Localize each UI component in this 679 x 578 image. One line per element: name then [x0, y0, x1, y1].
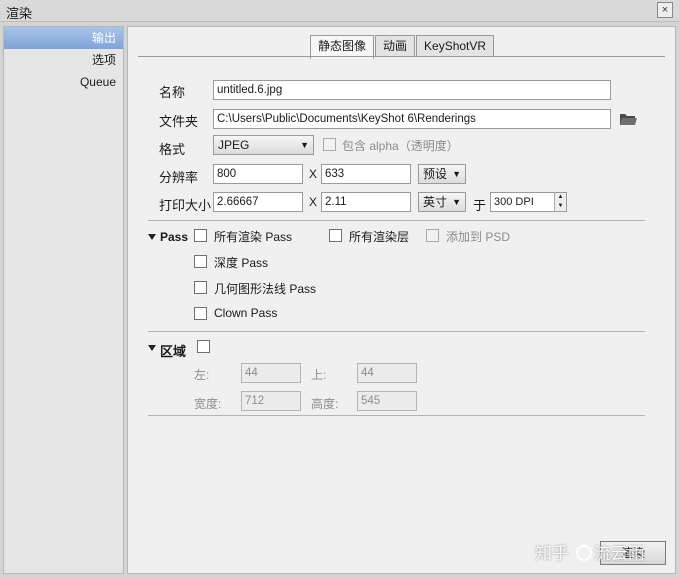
chevron-down-icon: ▼: [452, 197, 461, 207]
region-top-input[interactable]: 44: [357, 363, 417, 383]
alpha-label: 包含 alpha（透明度）: [342, 139, 459, 153]
close-button[interactable]: ×: [657, 2, 673, 18]
normals-pass-label: 几何图形法线 Pass: [214, 282, 317, 296]
format-select[interactable]: JPEG ▼: [213, 135, 314, 155]
divider: [148, 331, 645, 332]
clown-pass-checkbox[interactable]: [194, 307, 207, 320]
folder-label: 文件夹: [159, 114, 199, 129]
divider: [148, 415, 645, 416]
region-width-input[interactable]: 712: [241, 391, 301, 411]
watermark-text-b: 流云雨: [593, 544, 645, 563]
main-panel: 静态图像 动画 KeyShotVR 名称 untitled.6.jpg 文件夹 …: [127, 26, 676, 574]
resolution-label: 分辨率: [159, 170, 199, 185]
region-height-input[interactable]: 545: [357, 391, 417, 411]
folder-icon[interactable]: [619, 112, 637, 126]
all-render-pass-checkbox[interactable]: [194, 229, 207, 242]
sidebar-item-options[interactable]: 选项: [4, 49, 123, 71]
tab-animation[interactable]: 动画: [375, 35, 416, 57]
region-width-label: 宽度:: [194, 397, 222, 411]
circle-icon: [575, 545, 592, 561]
chevron-down-icon: ▼: [452, 169, 461, 179]
add-to-psd-label: 添加到 PSD: [446, 230, 511, 244]
title-bar: 渲染 ×: [0, 0, 679, 22]
region-checkbox[interactable]: [197, 340, 210, 353]
format-select-value: JPEG: [218, 138, 250, 152]
pass-section-label[interactable]: Pass: [160, 230, 188, 244]
watermark: 知乎 流云雨: [535, 539, 645, 564]
folder-input[interactable]: C:\Users\Public\Documents\KeyShot 6\Rend…: [213, 109, 611, 129]
watermark-text-a: 知乎: [535, 544, 569, 563]
clown-pass-label: Clown Pass: [214, 306, 278, 320]
alpha-checkbox[interactable]: [323, 138, 336, 151]
stepper-arrows-icon[interactable]: ▲ ▼: [554, 193, 566, 211]
sidebar: 输出 选项 Queue: [3, 26, 124, 574]
resolution-height-input[interactable]: 633: [321, 164, 411, 184]
all-render-layers-label: 所有渲染层: [349, 230, 410, 244]
preset-select-value: 预设: [423, 167, 448, 181]
chevron-down-icon: ▼: [300, 140, 309, 150]
resolution-x-label: X: [309, 167, 318, 181]
region-left-input[interactable]: 44: [241, 363, 301, 383]
triangle-down-icon[interactable]: [148, 344, 156, 352]
name-input[interactable]: untitled.6.jpg: [213, 80, 611, 100]
dpi-stepper[interactable]: 300 DPI ▲ ▼: [490, 192, 567, 212]
all-render-layers-checkbox[interactable]: [329, 229, 342, 242]
sidebar-item-queue[interactable]: Queue: [4, 71, 123, 93]
depth-pass-label: 深度 Pass: [214, 256, 269, 270]
preset-select[interactable]: 预设 ▼: [418, 164, 466, 184]
depth-pass-checkbox[interactable]: [194, 255, 207, 268]
print-height-input[interactable]: 2.11: [321, 192, 411, 212]
tab-bar: 静态图像 动画 KeyShotVR: [310, 35, 495, 59]
print-size-label: 打印大小: [159, 198, 212, 213]
all-render-pass-label: 所有渲染 Pass: [214, 230, 293, 244]
at-label: 于: [473, 198, 487, 213]
print-width-input[interactable]: 2.66667: [213, 192, 303, 212]
tab-keyshotvr[interactable]: KeyShotVR: [416, 35, 495, 57]
normals-pass-checkbox[interactable]: [194, 281, 207, 294]
unit-select-value: 英寸: [423, 195, 448, 209]
format-label: 格式: [159, 142, 186, 157]
tab-divider: [138, 56, 665, 57]
resolution-width-input[interactable]: 800: [213, 164, 303, 184]
divider: [148, 220, 645, 221]
unit-select[interactable]: 英寸 ▼: [418, 192, 466, 212]
region-section-label[interactable]: 区域: [160, 341, 186, 360]
dpi-value: 300 DPI: [494, 196, 534, 208]
region-top-label: 上:: [311, 368, 327, 382]
window-title: 渲染: [6, 6, 33, 21]
triangle-down-icon[interactable]: [148, 233, 156, 241]
name-label: 名称: [159, 85, 186, 100]
sidebar-item-output[interactable]: 输出: [4, 27, 123, 49]
print-x-label: X: [309, 195, 318, 209]
add-to-psd-checkbox[interactable]: [426, 229, 439, 242]
region-height-label: 高度:: [311, 397, 339, 411]
region-left-label: 左:: [194, 368, 210, 382]
